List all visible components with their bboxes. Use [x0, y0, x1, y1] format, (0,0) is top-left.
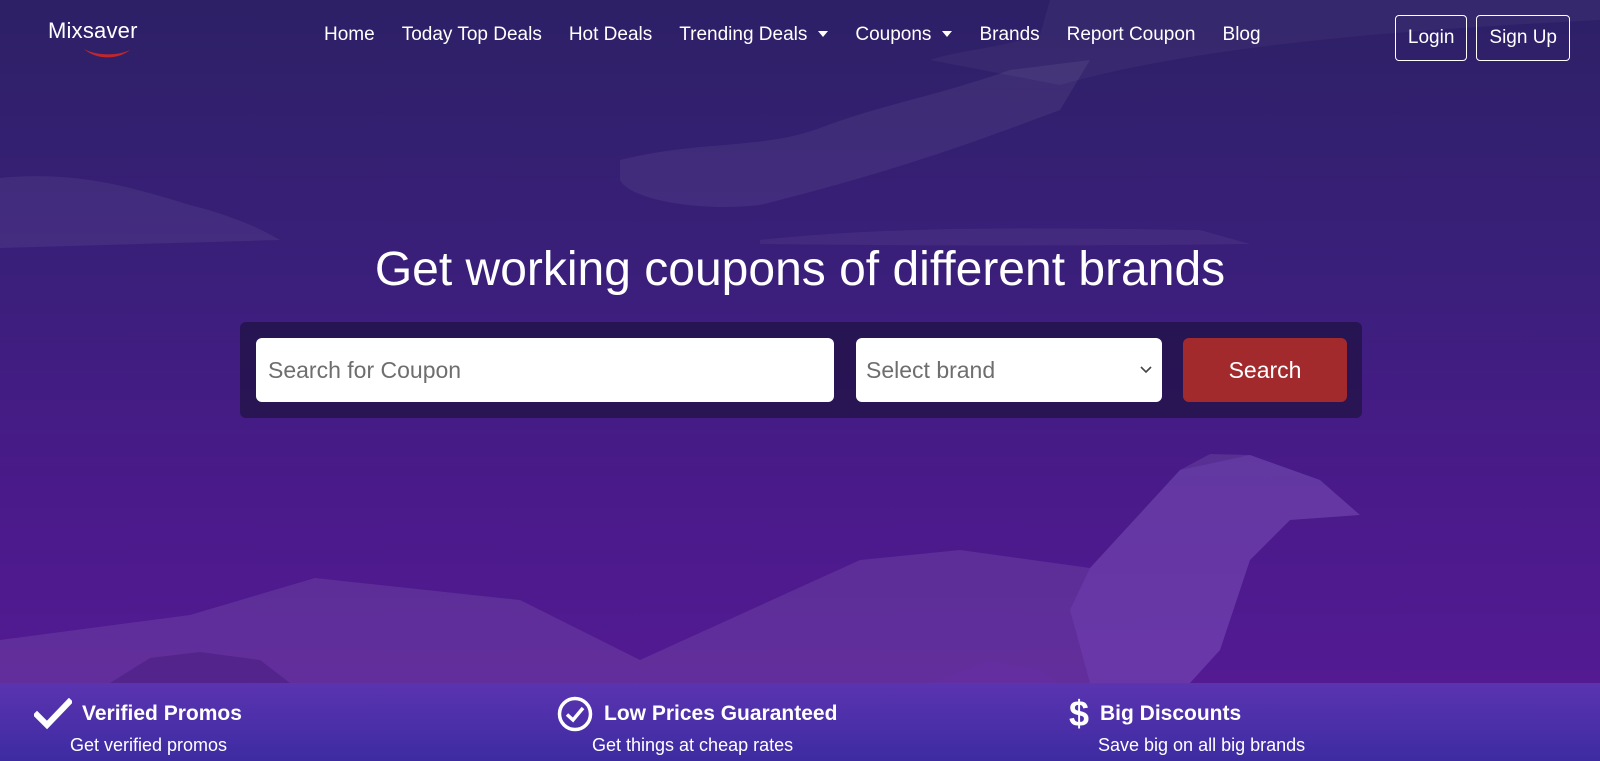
signup-button[interactable]: Sign Up — [1476, 15, 1570, 61]
caret-down-icon — [818, 31, 829, 37]
search-button[interactable]: Search — [1183, 338, 1347, 402]
caret-down-icon — [942, 31, 953, 37]
feature-subtitle: Get verified promos — [70, 735, 228, 755]
hero-title: Get working coupons of different brands — [374, 243, 1226, 296]
site-logo[interactable]: Mixsaver — [48, 18, 158, 62]
features-bar: Verified Promos Get verified promos Low … — [0, 683, 1600, 761]
auth-buttons: Login Sign Up — [1394, 15, 1570, 61]
feature-title: Low Prices Guaranteed — [604, 702, 838, 725]
nav-item-brands[interactable]: Brands — [979, 24, 1039, 46]
check-circle-icon — [556, 695, 594, 733]
feature-title: Verified Promos — [82, 702, 242, 725]
feature-low-prices: Low Prices Guaranteed Get things at chea… — [556, 695, 837, 756]
nav-item-report-coupon[interactable]: Report Coupon — [1067, 24, 1196, 46]
main-navbar: Mixsaver Home Today Top Deals Hot Deals … — [0, 0, 1600, 78]
login-button[interactable]: Login — [1394, 15, 1468, 61]
chevron-down-icon — [1140, 366, 1152, 374]
logo-text: Mixsaver — [48, 18, 138, 43]
nav-menu: Home Today Top Deals Hot Deals Trending … — [324, 24, 1288, 46]
feature-subtitle: Get things at cheap rates — [592, 735, 794, 755]
nav-item-blog[interactable]: Blog — [1223, 24, 1261, 46]
nav-item-trending-deals[interactable]: Trending Deals — [679, 24, 829, 46]
checkmark-icon — [34, 695, 72, 733]
coupon-search-form: Select brand Search — [240, 322, 1362, 418]
dollar-icon: $ — [1068, 693, 1090, 734]
brand-select-value: Select brand — [866, 356, 996, 383]
feature-verified-promos: Verified Promos Get verified promos — [34, 695, 242, 756]
nav-item-today-top-deals[interactable]: Today Top Deals — [402, 24, 542, 46]
nav-item-coupons[interactable]: Coupons — [855, 24, 953, 46]
brand-select[interactable]: Select brand — [856, 338, 1162, 402]
feature-big-discounts: $ Big Discounts Save big on all big bran… — [1068, 695, 1305, 756]
nav-item-home[interactable]: Home — [324, 24, 375, 46]
nav-item-hot-deals[interactable]: Hot Deals — [569, 24, 652, 46]
coupon-search-input[interactable] — [256, 338, 834, 402]
feature-title: Big Discounts — [1100, 702, 1242, 725]
feature-subtitle: Save big on all big brands — [1098, 735, 1306, 755]
logo-swoosh-icon — [84, 49, 130, 58]
